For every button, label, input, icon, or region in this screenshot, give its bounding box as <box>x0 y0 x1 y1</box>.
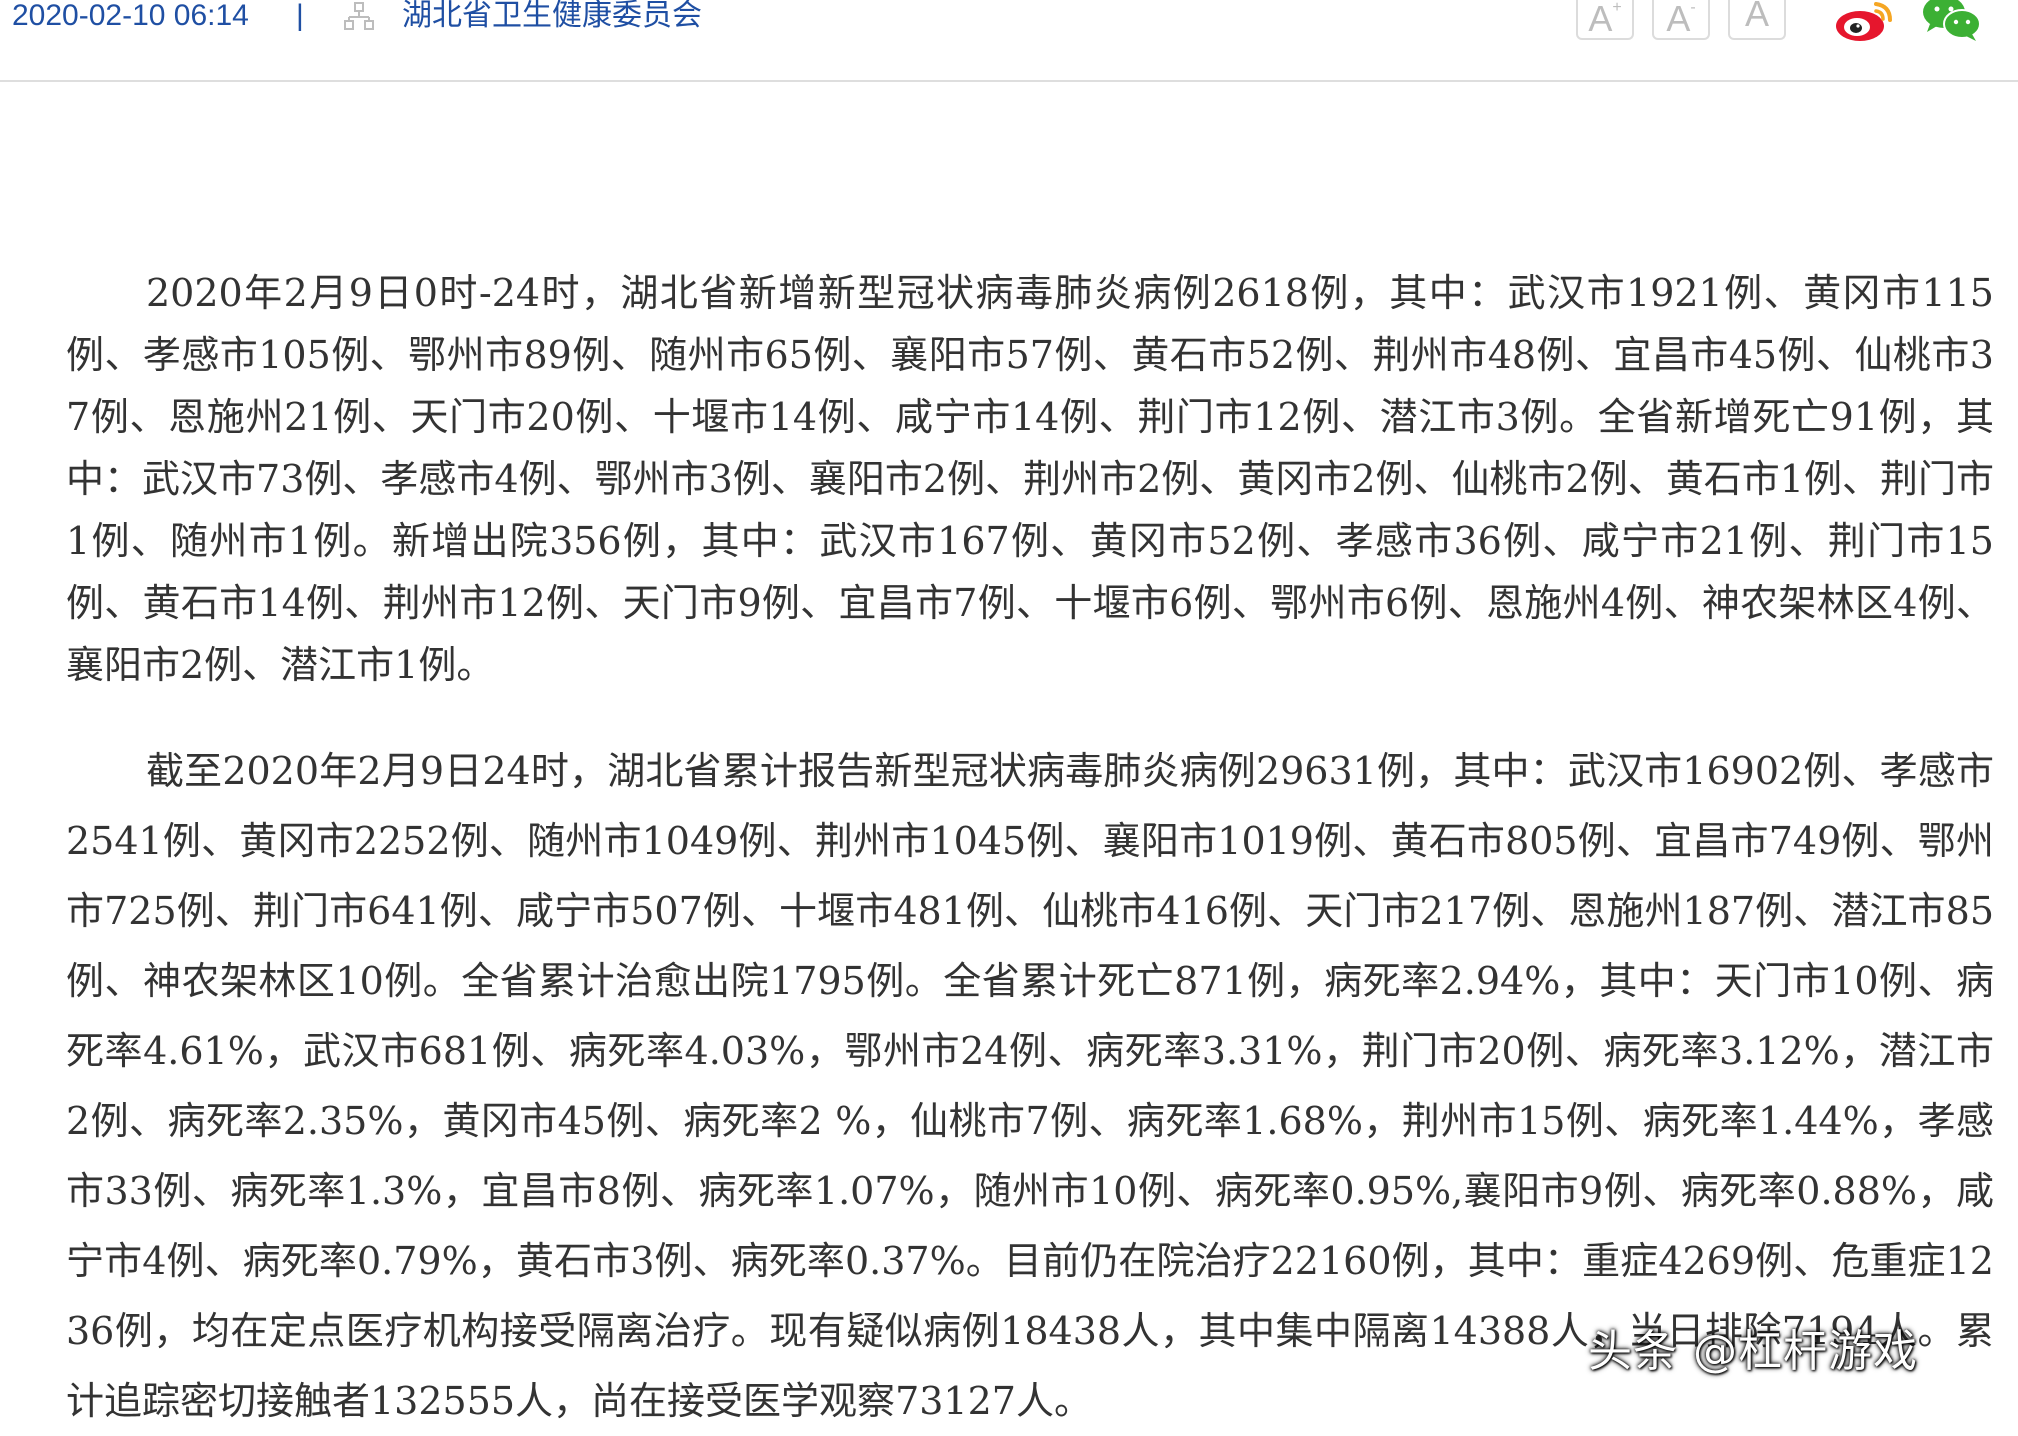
font-increase-label: A <box>1588 0 1613 39</box>
daily-report-paragraph: 2020年2月9日0时-24时，湖北省新增新型冠状病毒肺炎病例2618例，其中：… <box>66 271 1994 687</box>
font-size-default-button[interactable]: A <box>1728 0 1786 40</box>
publish-date: 2020-02-10 06:14 <box>12 0 249 32</box>
source-organization: 湖北省卫生健康委员会 <box>402 0 702 33</box>
meta-separator: | <box>296 0 304 32</box>
font-size-decrease-button[interactable]: A- <box>1652 0 1710 40</box>
article-meta-bar: 2020-02-10 06:14 | 湖北省卫生健康委员会 A+ A- A <box>0 0 2018 82</box>
font-decrease-label: A <box>1666 0 1691 39</box>
watermark: 头条 @杠杆游戏 <box>1588 1326 1918 1377</box>
source-org-icon <box>344 2 374 30</box>
font-size-increase-button[interactable]: A+ <box>1576 0 1634 40</box>
font-increase-mark: + <box>1612 0 1622 16</box>
font-default-label: A <box>1744 0 1769 34</box>
wechat-icon[interactable] <box>1920 0 1982 42</box>
weibo-icon[interactable] <box>1832 0 1896 44</box>
font-decrease-mark: - <box>1690 0 1696 16</box>
article-body: 2020年2月9日0时-24时，湖北省新增新型冠状病毒肺炎病例2618例，其中：… <box>66 262 1994 1436</box>
